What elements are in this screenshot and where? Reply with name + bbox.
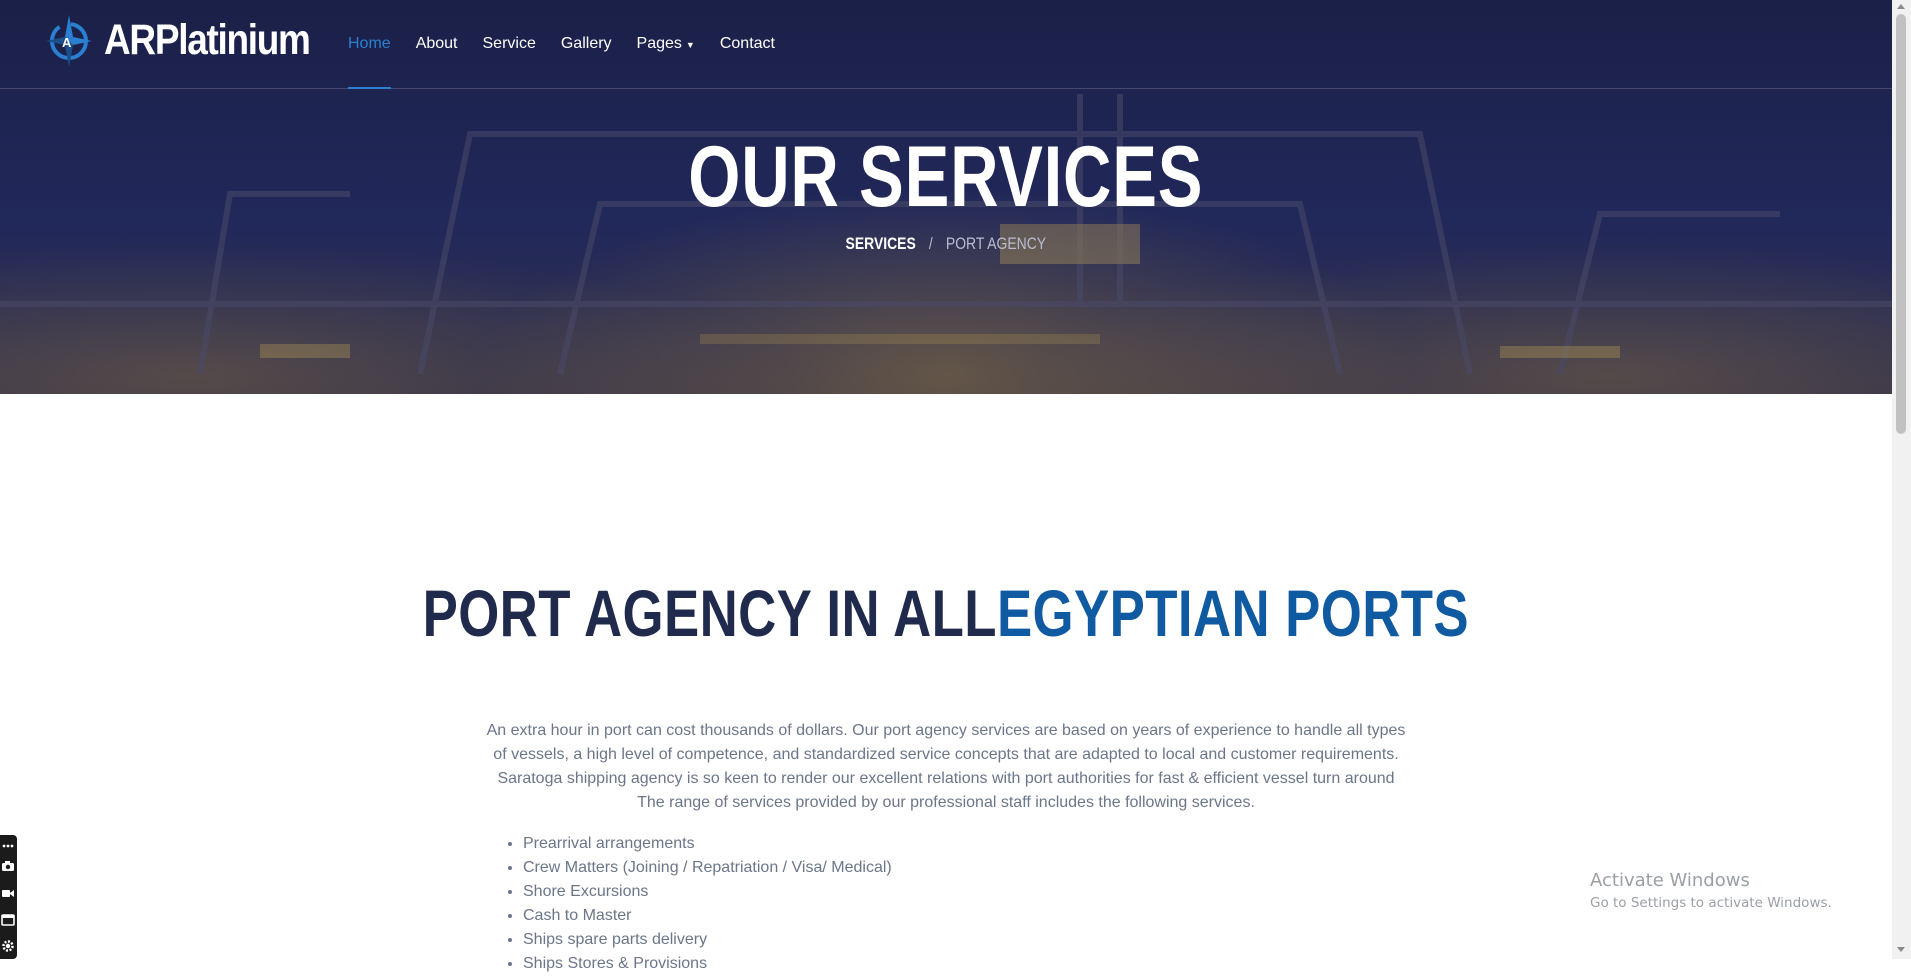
watermark-subtitle: Go to Settings to activate Windows.	[1590, 895, 1832, 911]
floating-toolbar	[0, 835, 17, 959]
brand[interactable]: A ARPlatinium	[44, 10, 343, 70]
window-icon[interactable]	[1, 913, 15, 927]
gear-icon[interactable]	[1, 939, 15, 953]
section-title: PORT AGENCY IN ALLEGYPTIAN PORTS	[189, 575, 1703, 651]
scrollbar-thumb[interactable]	[1896, 14, 1906, 434]
list-item: Crew Matters (Joining / Repatriation / V…	[523, 856, 892, 880]
nav-service[interactable]: Service	[483, 0, 536, 88]
breadcrumb-services-link[interactable]: SERVICES	[846, 234, 916, 253]
nav-service-label: Service	[482, 35, 536, 52]
list-item: Cash to Master	[523, 904, 892, 928]
more-icon[interactable]	[1, 839, 15, 853]
list-item: Ships Stores & Provisions	[523, 952, 892, 976]
scrollbar[interactable]	[1892, 0, 1911, 959]
svg-text:A: A	[62, 35, 72, 50]
nav-about[interactable]: About	[416, 0, 458, 88]
services-list: Prearrival arrangements Crew Matters (Jo…	[505, 832, 892, 976]
nav-about-label: About	[415, 35, 458, 52]
list-item: Ships spare parts delivery	[523, 928, 892, 952]
list-item: Prearrival arrangements	[523, 832, 892, 856]
navbar: A ARPlatinium Home About Service Gallery…	[0, 0, 1892, 89]
caret-down-icon: ▼	[685, 40, 695, 50]
nav-pages-dropdown[interactable]: Pages ▼	[637, 0, 695, 88]
breadcrumb-separator: /	[928, 234, 933, 253]
intro-paragraph: An extra hour in port can cost thousands…	[486, 722, 1406, 811]
section-title-part1: PORT AGENCY IN ALL	[422, 576, 997, 650]
camera-icon[interactable]	[1, 859, 15, 873]
nav-home[interactable]: Home	[348, 0, 391, 89]
nav-contact[interactable]: Contact	[720, 0, 775, 88]
nav-pages-label: Pages	[636, 35, 682, 52]
main-nav: Home About Service Gallery Pages ▼ Contac…	[348, 0, 800, 89]
watermark-title: Activate Windows	[1590, 870, 1750, 891]
breadcrumb: SERVICES / PORT AGENCY	[170, 234, 1721, 254]
brand-name: ARPlatinium	[104, 15, 311, 64]
nav-gallery-label: Gallery	[560, 35, 612, 52]
nav-home-label: Home	[348, 35, 391, 52]
hero-banner: A ARPlatinium Home About Service Gallery…	[0, 0, 1892, 394]
video-icon[interactable]	[1, 886, 15, 900]
scroll-up-icon[interactable]	[1897, 4, 1905, 9]
nav-gallery[interactable]: Gallery	[561, 0, 612, 88]
scroll-down-icon[interactable]	[1897, 947, 1905, 952]
list-item: Shore Excursions	[523, 880, 892, 904]
page-title: OUR SERVICES	[688, 129, 1204, 225]
windows-activation-watermark: Activate Windows Go to Settings to activ…	[1590, 870, 1832, 911]
breadcrumb-current: PORT AGENCY	[945, 234, 1047, 253]
section-title-part2: EGYPTIAN PORTS	[996, 576, 1469, 650]
compass-logo-icon: A	[46, 15, 92, 67]
nav-contact-label: Contact	[719, 35, 775, 52]
